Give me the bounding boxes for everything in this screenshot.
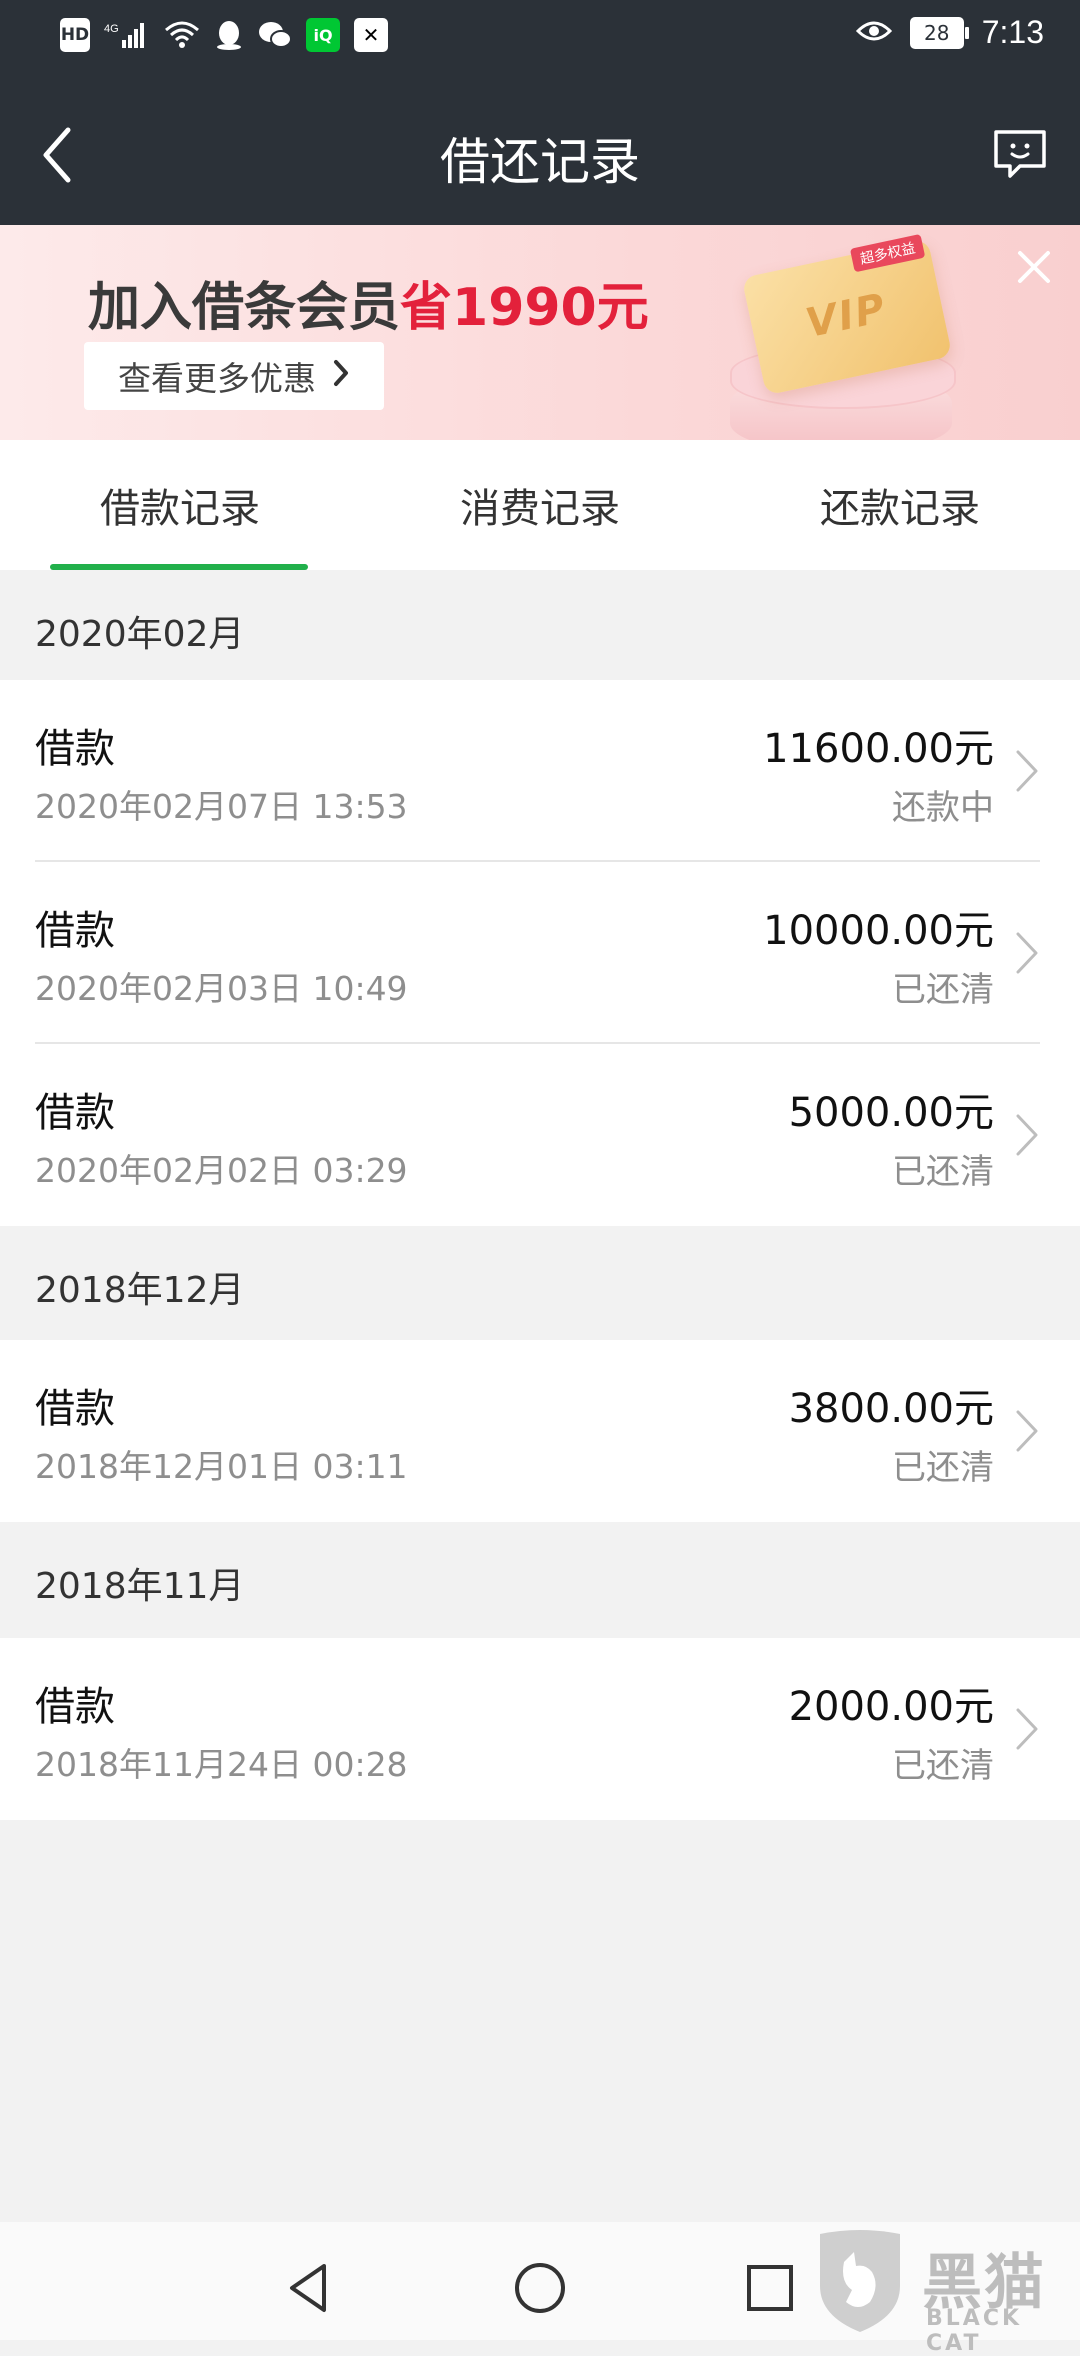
record-row[interactable]: 借款 2018年12月01日 03:11 3800.00元 已还清 [0, 1340, 1080, 1522]
back-triangle-icon[interactable] [280, 2258, 340, 2318]
record-date: 2020年02月03日 10:49 [35, 969, 408, 1008]
navigation-bar: 借还记录 [0, 80, 1080, 225]
record-amount: 11600.00元 [763, 726, 994, 772]
promo-banner[interactable]: 加入借条会员省1990元 查看更多优惠 超多权益 VIP [0, 225, 1080, 440]
home-circle-icon[interactable] [510, 2258, 570, 2318]
chat-smile-icon [994, 130, 1046, 178]
chevron-right-icon [1016, 750, 1038, 792]
chevron-right-icon [1016, 1708, 1038, 1750]
vip-text: VIP [801, 285, 891, 348]
record-row[interactable]: 借款 2020年02月07日 13:53 11600.00元 还款中 [0, 680, 1080, 862]
signal-icon: 4G [104, 18, 150, 52]
feedback-button[interactable] [990, 124, 1050, 184]
record-type: 借款 [35, 1386, 115, 1432]
record-date: 2018年12月01日 03:11 [35, 1447, 408, 1486]
record-amount: 3800.00元 [788, 1386, 994, 1432]
banner-title-prefix: 加入借条会员 [88, 278, 401, 338]
hd-icon: HD [60, 18, 90, 52]
record-status: 已还清 [892, 1152, 994, 1192]
record-amount: 5000.00元 [788, 1090, 994, 1136]
record-date: 2020年02月02日 03:29 [35, 1151, 408, 1190]
eye-comfort-icon [855, 18, 892, 48]
banner-title-highlight: 省1990元 [400, 278, 649, 338]
close-banner-button[interactable] [1006, 239, 1062, 295]
record-group: 借款 2018年11月24日 00:28 2000.00元 已还清 [0, 1638, 1080, 1820]
clock: 7:13 [981, 14, 1044, 50]
wifi-icon [164, 18, 200, 52]
tab-consumption-records[interactable]: 消费记录 [360, 440, 720, 570]
battery-level: 28 [923, 20, 950, 45]
wechat-icon [258, 18, 292, 52]
record-date: 2018年11月24日 00:28 [35, 1745, 408, 1784]
record-date: 2020年02月07日 13:53 [35, 787, 408, 826]
record-group: 借款 2018年12月01日 03:11 3800.00元 已还清 [0, 1340, 1080, 1522]
record-type: 借款 [35, 1090, 115, 1136]
capcut-icon: ✕ [354, 18, 388, 52]
more-offers-button[interactable]: 查看更多优惠 [84, 342, 384, 410]
banner-title: 加入借条会员省1990元 [88, 265, 649, 340]
iqiyi-icon: iQ [306, 18, 340, 52]
battery-icon: 28 [909, 16, 969, 49]
system-navigation-bar [0, 2222, 1080, 2340]
more-offers-label: 查看更多优惠 [118, 359, 316, 398]
record-status: 还款中 [892, 788, 994, 828]
record-amount: 2000.00元 [788, 1684, 994, 1730]
tab-loan-records[interactable]: 借款记录 [0, 440, 360, 570]
record-amount: 10000.00元 [763, 908, 994, 954]
chevron-right-icon [332, 357, 350, 396]
record-row[interactable]: 借款 2018年11月24日 00:28 2000.00元 已还清 [0, 1638, 1080, 1820]
vip-card-illustration: 超多权益 VIP [730, 225, 970, 440]
record-row[interactable]: 借款 2020年02月03日 10:49 10000.00元 已还清 [0, 862, 1080, 1044]
chevron-right-icon [1016, 1410, 1038, 1452]
record-status: 已还清 [892, 1448, 994, 1488]
chevron-right-icon [1016, 932, 1038, 974]
record-type: 借款 [35, 726, 115, 772]
chevron-right-icon [1016, 1114, 1038, 1156]
vip-tag: 超多权益 [849, 233, 926, 273]
month-header: 2018年11月 [0, 1522, 1080, 1632]
qq-icon [214, 18, 244, 52]
month-header: 2018年12月 [0, 1226, 1080, 1336]
month-header: 2020年02月 [0, 570, 1080, 680]
record-status: 已还清 [892, 1746, 994, 1786]
page-title: 借还记录 [440, 133, 640, 191]
status-bar: HD 4G iQ ✕ 28 7:13 [0, 0, 1080, 80]
close-icon [1018, 251, 1050, 283]
recents-square-icon[interactable] [740, 2258, 800, 2318]
tab-repayment-records[interactable]: 还款记录 [720, 440, 1080, 570]
record-group: 借款 2020年02月07日 13:53 11600.00元 还款中 借款 20… [0, 680, 1080, 1226]
record-row[interactable]: 借款 2020年02月02日 03:29 5000.00元 已还清 [0, 1044, 1080, 1226]
network-type: 4G [104, 23, 119, 35]
record-tabs: 借款记录 消费记录 还款记录 [0, 440, 1080, 570]
record-type: 借款 [35, 1684, 115, 1730]
record-status: 已还清 [892, 970, 994, 1010]
record-type: 借款 [35, 908, 115, 954]
